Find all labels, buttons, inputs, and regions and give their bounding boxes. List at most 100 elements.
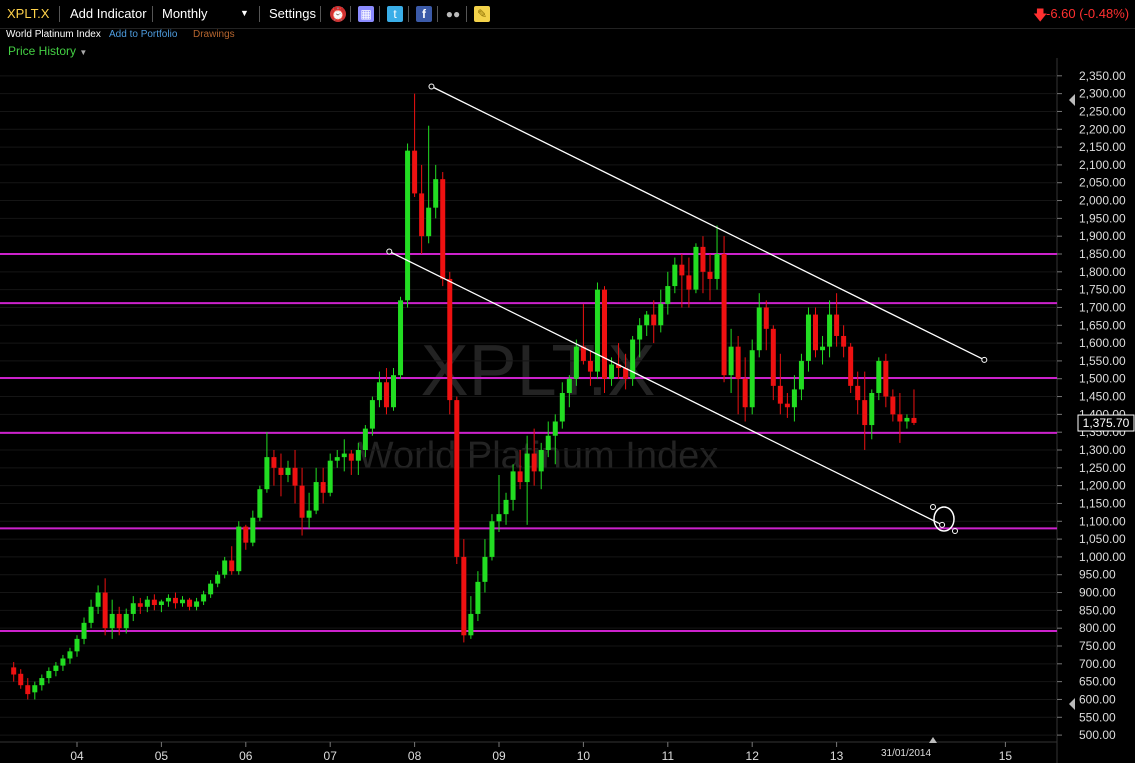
candle-body	[587, 360, 593, 372]
candle-body	[623, 368, 629, 379]
candle-body	[869, 392, 875, 426]
highlight-circle[interactable]	[933, 506, 955, 532]
candle-body	[102, 592, 108, 629]
candle-body	[552, 421, 558, 436]
settings-button[interactable]: Settings	[269, 6, 316, 21]
candle-body	[749, 350, 755, 408]
candle-body	[503, 499, 509, 515]
candle-body	[320, 482, 326, 493]
y-tick-label: 1,500.00	[1079, 372, 1126, 386]
y-tick-label: 2,100.00	[1079, 158, 1126, 172]
y-tick-label: 1,250.00	[1079, 461, 1126, 475]
candle-body	[88, 606, 94, 623]
scroll-down-arrow[interactable]	[1069, 698, 1075, 710]
candle-body	[820, 346, 826, 351]
candle-body	[243, 526, 249, 543]
candle-body	[376, 382, 382, 401]
toolbar-divider	[379, 6, 380, 22]
drawings-link[interactable]: Drawings	[193, 29, 235, 40]
candle-body	[419, 193, 425, 237]
facebook-icon[interactable]: f	[416, 6, 432, 22]
toolbar-divider	[437, 6, 438, 22]
candle-body	[187, 599, 193, 607]
candle-body	[313, 482, 319, 511]
candle-body	[594, 289, 600, 372]
candle-body	[327, 460, 333, 493]
candle-body	[602, 289, 607, 379]
y-tick-label: 1,350.00	[1079, 425, 1126, 439]
drawing-handle[interactable]	[952, 528, 958, 534]
candle-body	[158, 601, 164, 606]
candle-body	[391, 375, 396, 408]
candle-body	[11, 667, 17, 675]
y-tick-label: 1,900.00	[1079, 229, 1126, 243]
price-chart[interactable]: XPLT.X World Platinum Index 2,350.00 2,30…	[0, 0, 1135, 763]
candle-body	[341, 453, 347, 458]
sticky-note-icon[interactable]: ✎	[474, 6, 490, 22]
candle-body	[672, 264, 678, 287]
candle-body	[440, 179, 446, 279]
y-tick-label: 1,000.00	[1079, 550, 1126, 564]
x-tick-label: 06	[239, 749, 253, 763]
y-tick-label: 1,600.00	[1079, 336, 1126, 350]
candle-body	[714, 254, 720, 279]
alarm-clock-icon[interactable]: ⏰	[330, 6, 346, 22]
interval-select[interactable]: Monthly	[162, 6, 208, 21]
candle-body	[686, 275, 692, 290]
x-tick-label: 15	[999, 749, 1013, 763]
x-tick-label: 10	[577, 749, 591, 763]
y-tick-label: 600.00	[1079, 692, 1116, 706]
candle-body	[742, 378, 748, 408]
toolbar-divider	[350, 6, 351, 22]
binoculars-icon[interactable]: ●●	[445, 6, 461, 22]
watermark-symbol: XPLT.X	[421, 331, 656, 411]
toolbar-divider	[408, 6, 409, 22]
candle-body	[433, 179, 439, 208]
candle-body	[461, 556, 467, 636]
candle-body	[468, 613, 474, 636]
candle-body	[559, 392, 565, 422]
candle-body	[81, 622, 87, 639]
candle-body	[827, 314, 833, 347]
candle-body	[510, 471, 516, 500]
candle-body	[398, 300, 404, 376]
price-history-menu[interactable]: Price History ▼	[8, 44, 87, 58]
scroll-up-arrow[interactable]	[1069, 94, 1075, 106]
symbol-label[interactable]: XPLT.X	[7, 6, 49, 21]
y-tick-label: 750.00	[1079, 639, 1116, 653]
candle-body	[897, 414, 903, 422]
candle-body	[306, 510, 312, 518]
candle-body	[60, 658, 66, 666]
candle-body	[707, 271, 713, 279]
books-icon[interactable]: ▦	[358, 6, 374, 22]
y-tick-label: 1,650.00	[1079, 318, 1126, 332]
y-tick-label: 1,700.00	[1079, 300, 1126, 314]
candle-body	[805, 314, 811, 361]
add-indicator-button[interactable]: Add Indicator	[70, 6, 147, 21]
candle-body	[890, 396, 896, 415]
chevron-down-icon[interactable]: ▼	[240, 8, 249, 18]
candle-body	[651, 314, 657, 326]
candle-body	[271, 457, 277, 468]
candle-body	[798, 360, 804, 390]
candle-body	[531, 453, 537, 472]
y-tick-label: 800.00	[1079, 621, 1116, 635]
candle-body	[700, 246, 706, 272]
candle-body	[229, 560, 235, 572]
candle-body	[848, 346, 854, 386]
candle-body	[454, 400, 460, 557]
candle-body	[278, 467, 284, 475]
y-tick-label: 1,750.00	[1079, 283, 1126, 297]
candle-body	[250, 517, 256, 543]
candle-body	[95, 592, 101, 607]
candle-body	[609, 364, 615, 379]
y-tick-label: 650.00	[1079, 675, 1116, 689]
candle-body	[67, 651, 73, 659]
twitter-icon[interactable]: t	[387, 6, 403, 22]
y-tick-label: 1,400.00	[1079, 407, 1126, 421]
candle-body	[777, 385, 783, 404]
add-to-portfolio-link[interactable]: Add to Portfolio	[109, 29, 177, 40]
drawing-handle[interactable]	[930, 504, 936, 510]
candle-body	[770, 328, 776, 386]
x-tick-label: 09	[492, 749, 506, 763]
